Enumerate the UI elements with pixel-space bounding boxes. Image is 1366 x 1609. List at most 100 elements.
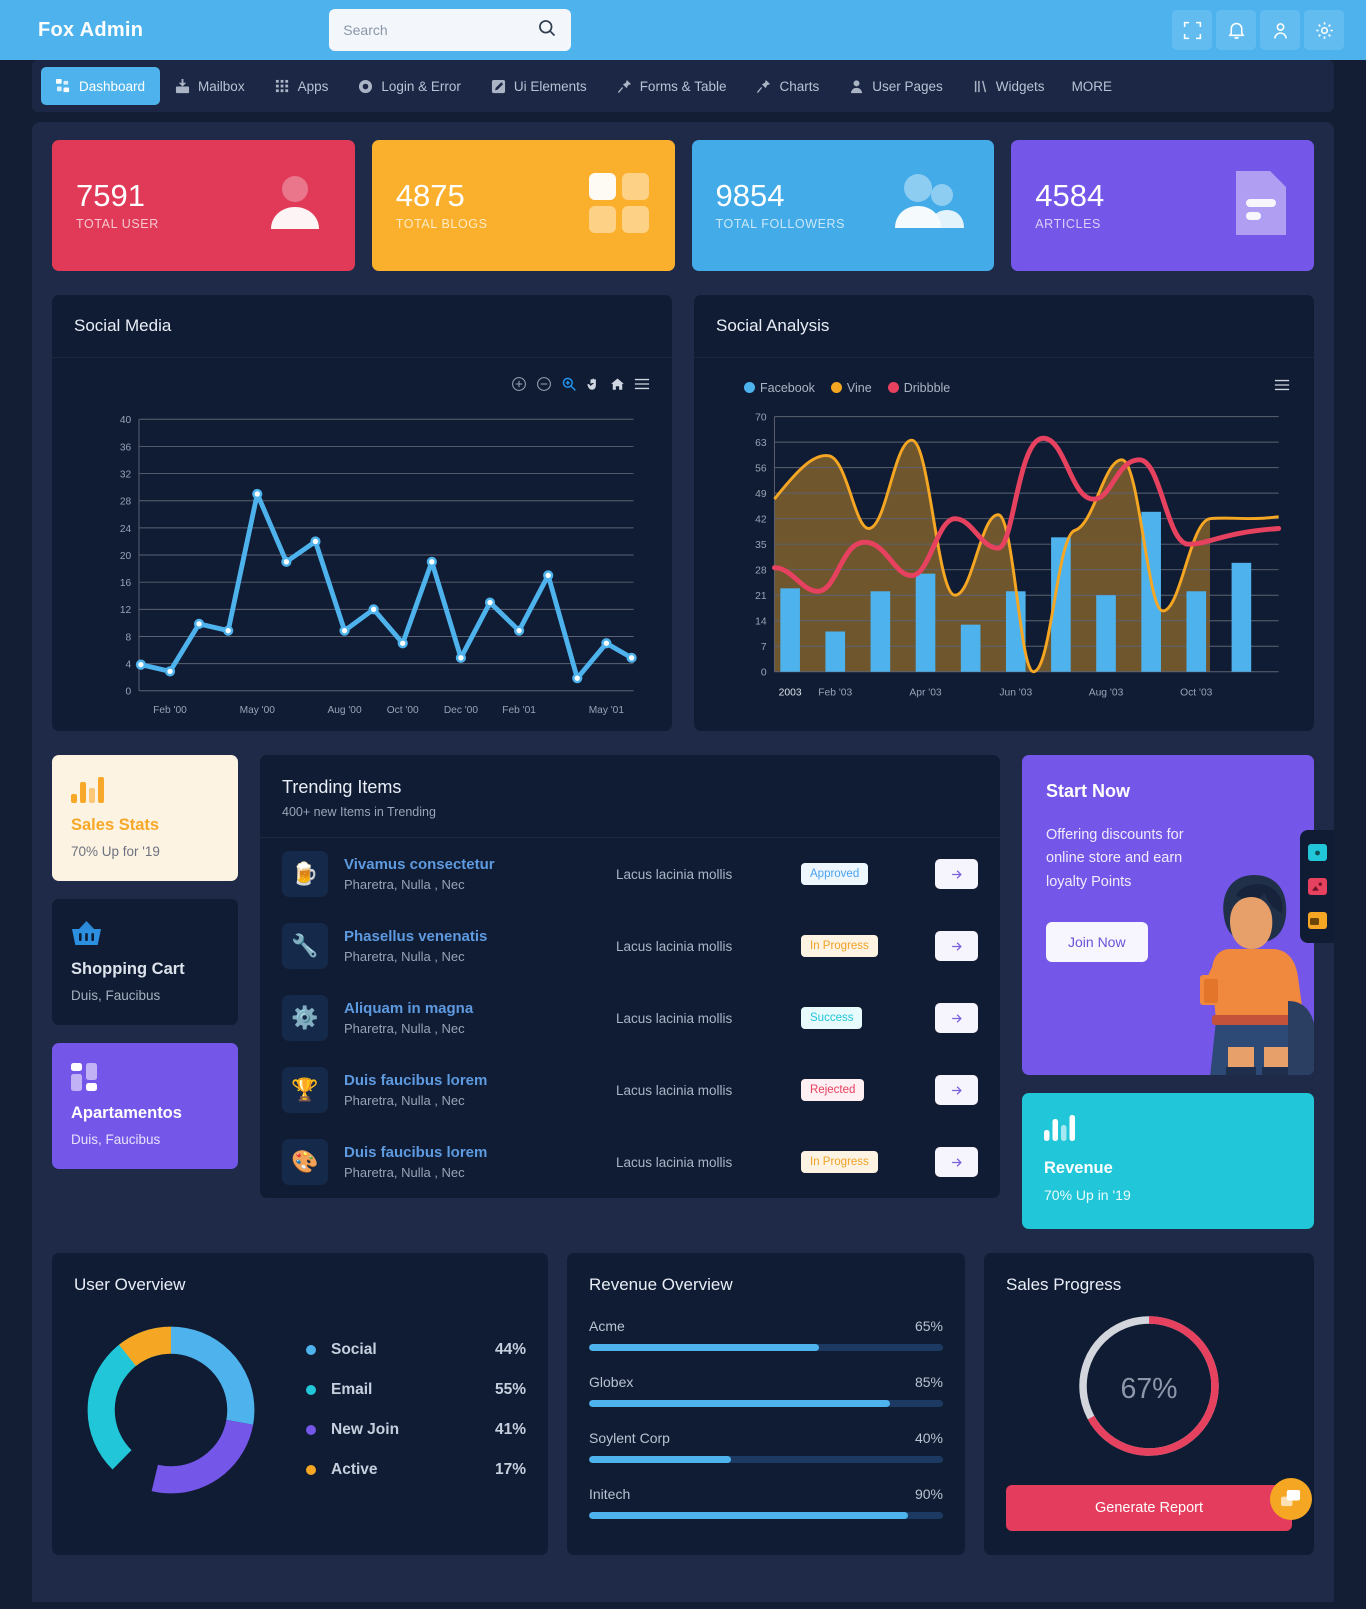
progress-value: 85% [914,1374,943,1390]
search-icon[interactable] [537,18,557,43]
item-title[interactable]: Aliquam in magna [344,1000,616,1017]
selection-zoom-icon[interactable] [561,376,577,392]
item-main: Duis faucibus lorem Pharetra, Nulla , Ne… [344,1072,616,1108]
table-row[interactable]: 🔧 Phasellus venenatis Pharetra, Nulla , … [260,910,1000,982]
svg-text:0: 0 [761,668,767,679]
progress-value: 40% [914,1430,943,1446]
legend-vine[interactable]: Vine [830,381,872,395]
legend-item-email[interactable]: Email 55% [306,1381,526,1399]
stat-card-total-followers[interactable]: 9854 TOTAL FOLLOWERS [691,140,995,271]
nav-item-more[interactable]: MORE [1060,67,1128,105]
chat-fab-icon[interactable] [1270,1478,1312,1520]
side-tabs [1300,830,1334,943]
item-sub: Pharetra, Nulla , Nec [344,877,465,892]
svg-text:Apr '03: Apr '03 [909,687,942,698]
generate-report-button[interactable]: Generate Report [1006,1485,1292,1531]
arrow-right-icon[interactable] [935,1147,978,1177]
status-badge: Success [801,1007,863,1029]
arrow-right-icon[interactable] [935,1075,978,1105]
table-row[interactable]: 🍺 Vivamus consectetur Pharetra, Nulla , … [260,838,1000,910]
stat-label: TOTAL FOLLOWERS [715,217,846,232]
zoom-in-icon[interactable] [511,376,527,392]
image-tab-icon[interactable] [1307,878,1327,895]
table-row[interactable]: 🎨 Duis faucibus lorem Pharetra, Nulla , … [260,1126,1000,1198]
stat-card-articles[interactable]: 4584 ARTICLES [1011,140,1314,271]
svg-text:56: 56 [755,464,767,475]
legend-label: Facebook [760,380,815,395]
trending-header: Trending Items 400+ new Items in Trendin… [260,755,1000,838]
svg-text:70: 70 [755,413,767,424]
menu-icon[interactable] [634,377,650,391]
svg-text:Aug '03: Aug '03 [1089,687,1124,698]
progress-item-acme: Acme 65% [589,1318,943,1351]
nav-item-apps[interactable]: Apps [260,67,344,105]
bars-icon [973,79,988,94]
item-title[interactable]: Duis faucibus lorem [344,1144,616,1161]
progress-label: Soylent Corp [589,1430,670,1446]
x-axis-ticks: 2003 Feb '03 Apr '03 Jun '03 Aug '03 Oct… [779,687,1213,698]
nav-item-dashboard[interactable]: Dashboard [41,67,161,105]
zoom-out-icon[interactable] [536,376,552,392]
progress-value: 90% [914,1486,943,1502]
gear-icon[interactable] [1304,10,1344,50]
join-now-button[interactable]: Join Now [1046,922,1148,963]
stat-label: TOTAL BLOGS [395,217,488,232]
legend-item-active[interactable]: Active 17% [306,1461,526,1479]
nav-bar-wrapper: Dashboard Mailbox Apps Login & Error Ui … [0,60,1366,112]
progress-fill [589,1512,908,1519]
item-title[interactable]: Duis faucibus lorem [344,1072,616,1089]
table-row[interactable]: 🏆 Duis faucibus lorem Pharetra, Nulla , … [260,1054,1000,1126]
stat-card-total-blogs[interactable]: 4875 TOTAL BLOGS [371,140,675,271]
nav-item-mailbox[interactable]: Mailbox [160,67,260,105]
svg-text:May '01: May '01 [589,705,625,716]
chat-tab-icon[interactable] [1307,912,1327,929]
nav-item-user-pages[interactable]: User Pages [834,67,958,105]
search-input[interactable] [343,22,538,38]
card-title: User Overview [74,1275,186,1294]
nav-item-charts[interactable]: Charts [741,67,834,105]
grid-icon [56,78,71,94]
home-icon[interactable] [610,377,625,392]
mini-card-sales-stats[interactable]: Sales Stats 70% Up for '19 [52,755,238,881]
person-icon [849,79,864,94]
user-overview-card: User Overview Social 44% Email 55% New J… [52,1253,548,1555]
legend-item-social[interactable]: Social 44% [306,1341,526,1359]
donut-wrapper: Social 44% Email 55% New Join 41% Active… [74,1313,526,1507]
menu-icon[interactable] [1274,378,1290,397]
item-title[interactable]: Phasellus venenatis [344,928,616,945]
item-desc: Lacus lacinia mollis [616,866,733,882]
legend-facebook[interactable]: Facebook [744,381,815,395]
legend-item-new-join[interactable]: New Join 41% [306,1421,526,1439]
progress-track [589,1344,943,1351]
stat-label: ARTICLES [1035,217,1101,232]
fullscreen-icon[interactable] [1172,10,1212,50]
nav-label: Apps [297,78,329,94]
arrow-right-icon[interactable] [935,1003,978,1033]
svg-text:63: 63 [755,438,767,449]
stat-card-total-user[interactable]: 7591 TOTAL USER [52,140,355,271]
mini-card-apartamentos[interactable]: Apartamentos Duis, Faucibus [52,1043,238,1169]
pan-icon[interactable] [586,377,601,392]
revenue-mini-card[interactable]: Revenue 70% Up in '19 [1022,1093,1314,1229]
nav-item-widgets[interactable]: Widgets [958,67,1060,105]
search-box[interactable] [329,9,572,51]
grid-squares-icon [587,171,651,240]
svg-text:May '00: May '00 [240,705,276,716]
legend-dribbble[interactable]: Dribbble [887,381,950,395]
gear-check-icon: ⚙️ [282,995,328,1041]
svg-text:35: 35 [755,540,767,551]
table-row[interactable]: ⚙️ Aliquam in magna Pharetra, Nulla , Ne… [260,982,1000,1054]
camera-tab-icon[interactable] [1307,844,1327,861]
item-sub: Pharetra, Nulla , Nec [344,949,465,964]
mini-card-shopping-cart[interactable]: Shopping Cart Duis, Faucibus [52,899,238,1025]
user-icon[interactable] [1260,10,1300,50]
nav-item-forms-table[interactable]: Forms & Table [602,67,742,105]
arrow-right-icon[interactable] [935,859,978,889]
mini-card-title: Apartamentos [71,1104,182,1122]
bell-icon[interactable] [1216,10,1256,50]
nav-item-login-error[interactable]: Login & Error [343,67,476,105]
item-title[interactable]: Vivamus consectetur [344,856,616,873]
nav-item-ui-elements[interactable]: Ui Elements [476,67,602,105]
legend-label: Email [331,1381,373,1398]
arrow-right-icon[interactable] [935,931,978,961]
